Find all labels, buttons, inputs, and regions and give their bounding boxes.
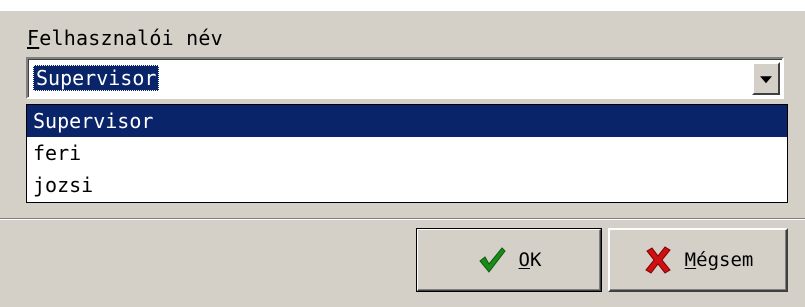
ok-button[interactable]: OK <box>416 228 602 292</box>
combobox-dropdown-button[interactable] <box>752 62 780 95</box>
cancel-button-label-rest: égsem <box>696 249 754 271</box>
cancel-button-label: Mégsem <box>685 249 754 271</box>
username-label-mnemonic: F <box>27 26 40 50</box>
username-label-text: elhasznalói név <box>39 26 223 50</box>
cancel-button[interactable]: Mégsem <box>608 228 788 292</box>
list-item-supervisor[interactable]: Supervisor <box>27 105 787 137</box>
username-label: Felhasznalói név <box>27 26 223 50</box>
separator-highlight <box>0 219 805 220</box>
chevron-down-icon <box>760 75 772 83</box>
username-combobox[interactable]: Supervisor <box>26 57 784 99</box>
username-combobox-value[interactable]: Supervisor <box>33 65 160 91</box>
username-dropdown-list[interactable]: Supervisor feri jozsi <box>26 104 788 203</box>
window-top-edge <box>0 0 805 11</box>
cancel-button-mnemonic: M <box>684 249 697 271</box>
checkmark-icon <box>478 247 506 273</box>
x-icon <box>644 246 671 274</box>
list-item-feri[interactable]: feri <box>27 137 787 169</box>
ok-button-mnemonic: O <box>518 249 530 271</box>
list-item-jozsi[interactable]: jozsi <box>27 169 787 201</box>
ok-button-label: OK <box>519 249 542 271</box>
ok-button-label-rest: K <box>530 249 542 271</box>
